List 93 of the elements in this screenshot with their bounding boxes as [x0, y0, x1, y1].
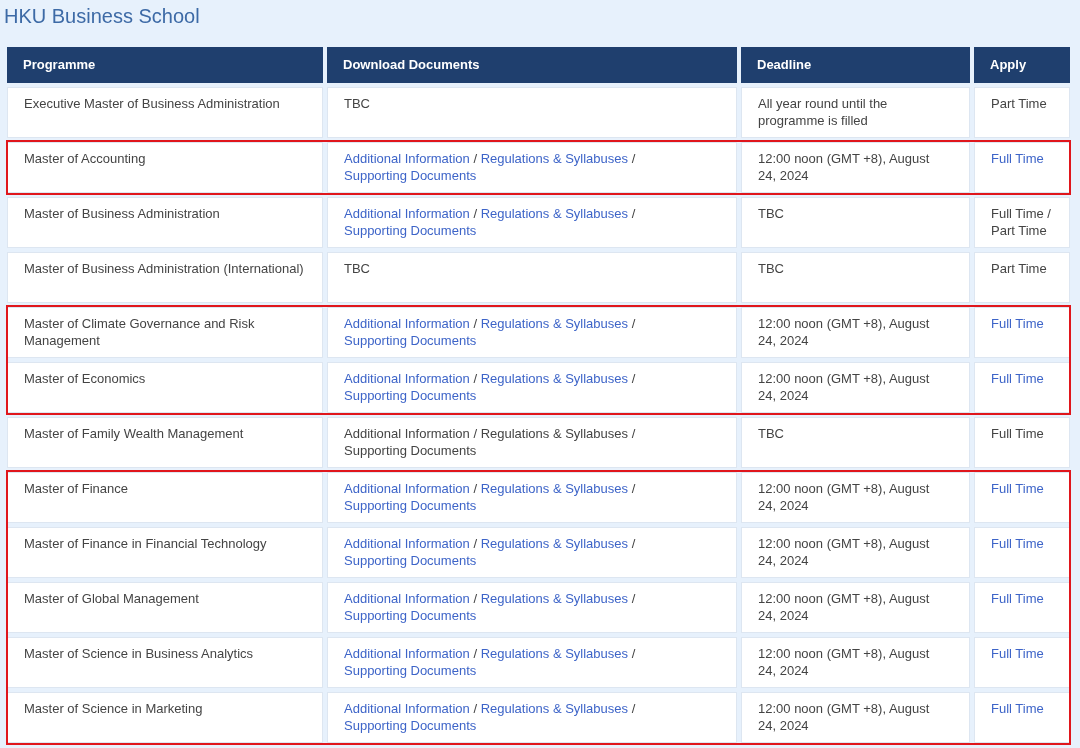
apply-link[interactable]: Full Time — [991, 646, 1044, 661]
document-link[interactable]: Supporting Documents — [344, 608, 477, 623]
document-link[interactable]: Supporting Documents — [344, 223, 477, 238]
document-text: Additional Information — [344, 426, 470, 441]
separator-text: / — [473, 481, 477, 496]
table-cell: 12:00 noon (GMT +8), August 24, 2024 — [741, 582, 970, 633]
document-link[interactable]: Supporting Documents — [344, 718, 477, 733]
document-link[interactable]: Regulations & Syllabuses — [480, 371, 629, 386]
document-link[interactable]: Regulations & Syllabuses — [480, 206, 629, 221]
document-link[interactable]: Supporting Documents — [344, 168, 477, 183]
apply-link[interactable]: Full Time — [991, 316, 1044, 331]
document-link[interactable]: Additional Information — [344, 371, 470, 386]
apply-link[interactable]: Full Time — [991, 151, 1044, 166]
document-link[interactable]: Additional Information — [344, 591, 470, 606]
document-link[interactable]: Additional Information — [344, 481, 470, 496]
separator-text: / — [473, 536, 477, 551]
column-header: Apply — [974, 47, 1070, 83]
table-cell: Master of Business Administration — [7, 197, 323, 248]
document-link[interactable]: Regulations & Syllabuses — [480, 536, 629, 551]
document-link[interactable]: Supporting Documents — [344, 553, 477, 568]
study-mode-text: Full Time — [991, 426, 1044, 441]
separator-text: / — [473, 316, 477, 331]
document-link[interactable]: Additional Information — [344, 151, 470, 166]
study-mode-text: Part Time — [991, 261, 1047, 276]
table-cell: 12:00 noon (GMT +8), August 24, 2024 — [741, 362, 970, 413]
separator-text: / — [631, 481, 636, 496]
table-cell: Master of Global Management — [7, 582, 323, 633]
column-header: Download Documents — [327, 47, 737, 83]
table-cell: Executive Master of Business Administration — [7, 87, 323, 138]
apply-link[interactable]: Full Time — [991, 371, 1044, 386]
separator-text: / — [473, 206, 477, 221]
document-link[interactable]: Regulations & Syllabuses — [480, 316, 629, 331]
document-link[interactable]: Regulations & Syllabuses — [480, 151, 629, 166]
table-cell: 12:00 noon (GMT +8), August 24, 2024 — [741, 637, 970, 688]
document-link[interactable]: Additional Information — [344, 536, 470, 551]
apply-link[interactable]: Full Time — [991, 536, 1044, 551]
column-header: Programme — [7, 47, 323, 83]
separator-text: / — [473, 646, 477, 661]
table-cell: Master of Science in Business Analytics — [7, 637, 323, 688]
document-link[interactable]: Regulations & Syllabuses — [480, 591, 629, 606]
table-cell: Master of Science in Marketing — [7, 692, 323, 743]
document-text: Supporting Documents — [344, 443, 477, 458]
table-cell: Master of Business Administration (International) — [7, 252, 323, 303]
table-cell: Master of Family Wealth Management — [7, 417, 323, 468]
document-text: Regulations & Syllabuses — [480, 426, 629, 441]
document-link[interactable]: Additional Information — [344, 701, 470, 716]
separator-text: / — [631, 536, 636, 551]
document-text: TBC — [344, 96, 370, 111]
table-cell: 12:00 noon (GMT +8), August 24, 2024 — [741, 307, 970, 358]
table-cell: 12:00 noon (GMT +8), August 24, 2024 — [741, 527, 970, 578]
separator-text: / — [631, 206, 636, 221]
column-header: Deadline — [741, 47, 970, 83]
separator-text: / — [631, 316, 636, 331]
table-cell: Master of Finance — [7, 472, 323, 523]
table-cell: Master of Accounting — [7, 142, 323, 193]
page-title: HKU Business School — [4, 4, 200, 29]
document-link[interactable]: Supporting Documents — [344, 333, 477, 348]
separator-text: / — [631, 646, 636, 661]
separator-text: / — [631, 371, 636, 386]
separator-text: / — [473, 151, 477, 166]
study-mode-text: Part Time — [991, 96, 1047, 111]
separator-text: / — [631, 701, 636, 716]
document-link[interactable]: Regulations & Syllabuses — [480, 481, 629, 496]
apply-link[interactable]: Full Time — [991, 701, 1044, 716]
document-link[interactable]: Regulations & Syllabuses — [480, 701, 629, 716]
table-cell: 12:00 noon (GMT +8), August 24, 2024 — [741, 472, 970, 523]
table-cell: Master of Climate Governance and Risk Management — [7, 307, 323, 358]
document-link[interactable]: Additional Information — [344, 646, 470, 661]
document-link[interactable]: Additional Information — [344, 206, 470, 221]
table-cell: 12:00 noon (GMT +8), August 24, 2024 — [741, 692, 970, 743]
apply-link[interactable]: Full Time — [991, 591, 1044, 606]
table-cell: Master of Finance in Financial Technology — [7, 527, 323, 578]
separator-text: / — [473, 371, 477, 386]
table-cell: TBC — [741, 417, 970, 468]
table-cell: TBC — [741, 197, 970, 248]
separator-text: / — [631, 151, 636, 166]
separator-text: / — [473, 426, 477, 441]
separator-text: / — [631, 426, 636, 441]
separator-text: / — [631, 591, 636, 606]
document-link[interactable]: Supporting Documents — [344, 663, 477, 678]
table-cell: Master of Economics — [7, 362, 323, 413]
document-link[interactable]: Regulations & Syllabuses — [480, 646, 629, 661]
table-cell: TBC — [741, 252, 970, 303]
document-link[interactable]: Additional Information — [344, 316, 470, 331]
separator-text: / — [473, 591, 477, 606]
table-cell: 12:00 noon (GMT +8), August 24, 2024 — [741, 142, 970, 193]
document-text: TBC — [344, 261, 370, 276]
table-cell: All year round until the programme is filled — [741, 87, 970, 138]
document-link[interactable]: Supporting Documents — [344, 388, 477, 403]
study-mode-text: Full Time / Part Time — [991, 206, 1051, 238]
document-link[interactable]: Supporting Documents — [344, 498, 477, 513]
separator-text: / — [473, 701, 477, 716]
apply-link[interactable]: Full Time — [991, 481, 1044, 496]
